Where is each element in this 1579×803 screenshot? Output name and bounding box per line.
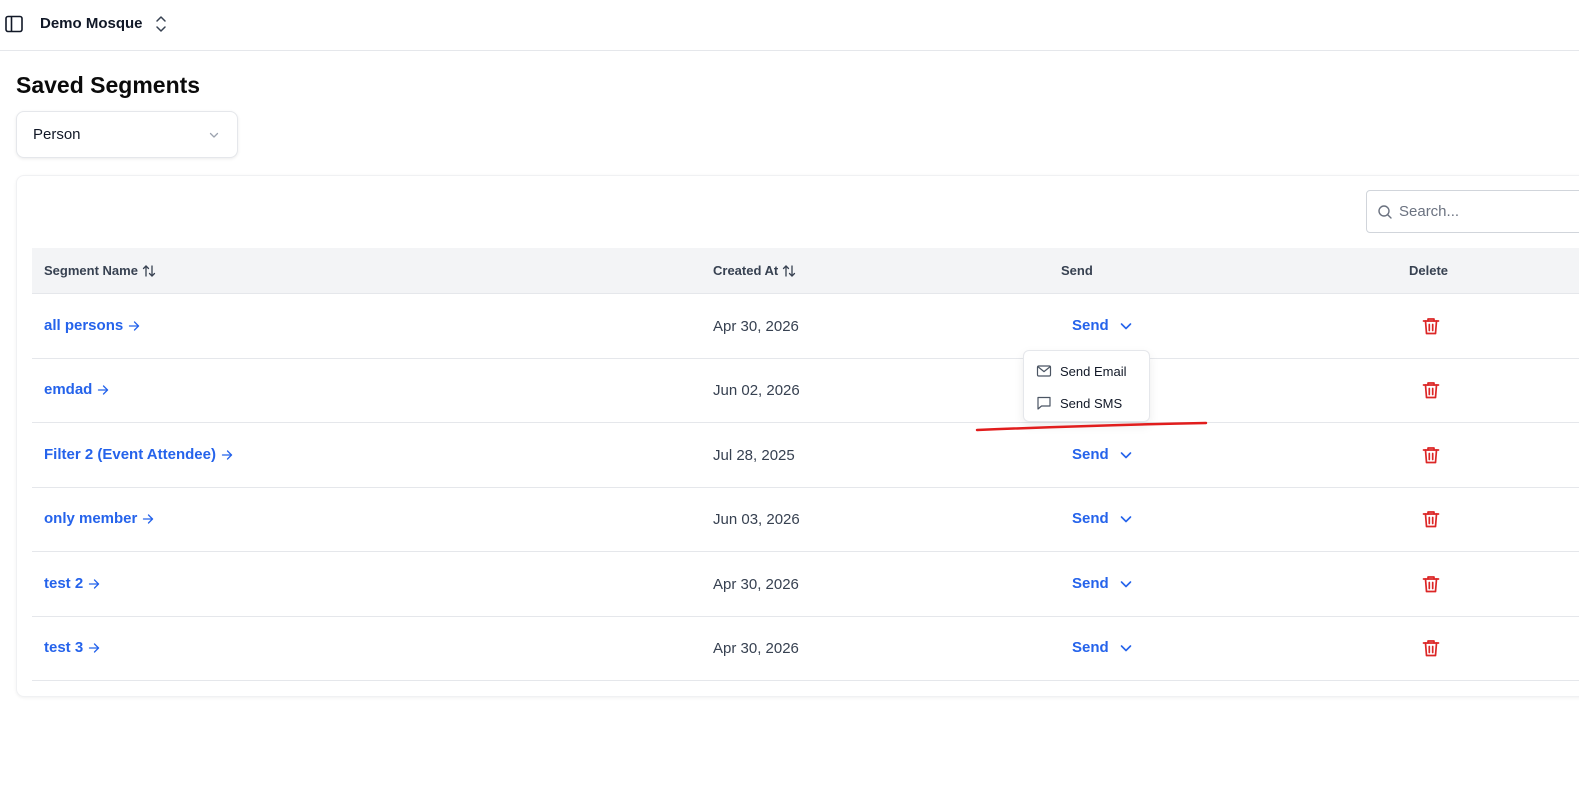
entity-type-select[interactable]: Person xyxy=(16,111,238,158)
menu-item-label: Send SMS xyxy=(1060,395,1123,411)
send-dropdown-button[interactable]: Send xyxy=(1072,510,1133,527)
send-dropdown-button[interactable]: Send xyxy=(1072,639,1133,656)
segment-name: Filter 2 (Event Attendee) xyxy=(44,446,216,463)
send-dropdown-button[interactable]: Send xyxy=(1072,317,1133,334)
segment-name: emdad xyxy=(44,381,93,398)
segment-link[interactable]: emdad xyxy=(44,381,109,398)
send-sms-menu-item[interactable]: Send SMS xyxy=(1024,389,1149,417)
column-header-label: Send xyxy=(1061,263,1093,278)
segment-link[interactable]: Filter 2 (Event Attendee) xyxy=(44,446,233,463)
chevron-down-icon xyxy=(209,132,219,138)
segment-name: only member xyxy=(44,510,138,527)
search-icon xyxy=(1378,205,1392,219)
chevron-down-icon xyxy=(1120,580,1131,587)
column-header-segment-name[interactable]: Segment Name xyxy=(44,263,156,278)
table-row: test 2 Apr 30, 2026 Send xyxy=(32,552,1579,617)
trash-icon[interactable] xyxy=(1421,380,1441,400)
send-dropdown-button[interactable]: Send xyxy=(1072,446,1133,463)
segment-link[interactable]: test 3 xyxy=(44,639,100,656)
chevron-up-down-icon[interactable] xyxy=(153,14,169,34)
chevron-down-icon xyxy=(1120,515,1131,522)
page-title: Saved Segments xyxy=(16,72,201,98)
table-row: only member Jun 03, 2026 Send xyxy=(32,487,1579,552)
top-bar: Demo Mosque xyxy=(0,0,1579,51)
table-row: test 3 Apr 30, 2026 Send xyxy=(32,616,1579,681)
segment-link[interactable]: only member xyxy=(44,510,154,527)
send-label: Send xyxy=(1072,446,1109,463)
table-row: Filter 2 (Event Attendee) Jul 28, 2025 S… xyxy=(32,423,1579,488)
sort-icon[interactable] xyxy=(782,264,796,278)
send-label: Send xyxy=(1072,510,1109,527)
created-date: Apr 30, 2026 xyxy=(713,640,799,657)
created-date: Jun 03, 2026 xyxy=(713,511,800,528)
mail-icon xyxy=(1036,365,1052,377)
chevron-down-icon xyxy=(1120,644,1131,651)
arrow-right-icon xyxy=(221,449,233,460)
arrow-right-icon xyxy=(129,320,140,331)
column-header-label: Segment Name xyxy=(44,263,138,278)
segment-link[interactable]: all persons xyxy=(44,317,140,334)
created-date: Apr 30, 2026 xyxy=(713,318,799,335)
chevron-down-icon xyxy=(1120,322,1131,329)
created-date: Jun 02, 2026 xyxy=(713,382,800,399)
trash-icon[interactable] xyxy=(1421,445,1441,465)
created-date: Apr 30, 2026 xyxy=(713,576,799,593)
send-email-menu-item[interactable]: Send Email xyxy=(1024,357,1149,385)
arrow-right-icon xyxy=(98,384,109,395)
sidebar-toggle-icon[interactable] xyxy=(4,14,24,34)
send-label: Send xyxy=(1072,639,1109,656)
send-label: Send xyxy=(1072,575,1109,592)
trash-icon[interactable] xyxy=(1421,574,1441,594)
search-input[interactable] xyxy=(1399,191,1579,232)
arrow-right-icon xyxy=(89,578,100,589)
chevron-down-icon xyxy=(1120,451,1131,458)
column-header-label: Delete xyxy=(1409,263,1449,278)
arrow-right-icon xyxy=(143,513,154,524)
column-header-delete: Delete xyxy=(1409,263,1448,278)
table-row: emdad Jun 02, 2026 xyxy=(32,358,1579,423)
column-header-label: Created At xyxy=(713,263,779,278)
menu-item-label: Send Email xyxy=(1060,363,1127,379)
send-dropdown-menu: Send Email Send SMS xyxy=(1023,350,1150,422)
column-header-send: Send xyxy=(1061,263,1093,278)
org-name[interactable]: Demo Mosque xyxy=(40,15,143,32)
segment-name: test 2 xyxy=(44,575,84,592)
created-date: Jul 28, 2025 xyxy=(713,447,795,464)
trash-icon[interactable] xyxy=(1421,316,1441,336)
trash-icon[interactable] xyxy=(1421,638,1441,658)
table-row: all persons Apr 30, 2026 Send xyxy=(32,294,1579,359)
segment-name: all persons xyxy=(44,317,124,334)
segment-name: test 3 xyxy=(44,639,84,656)
entity-type-value: Person xyxy=(33,126,81,143)
send-dropdown-button[interactable]: Send xyxy=(1072,575,1133,592)
trash-icon[interactable] xyxy=(1421,509,1441,529)
table-header: Segment Name Created At Send Delete xyxy=(32,248,1579,294)
sort-icon[interactable] xyxy=(142,264,156,278)
arrow-right-icon xyxy=(89,642,100,653)
search-box[interactable] xyxy=(1366,190,1579,233)
segment-link[interactable]: test 2 xyxy=(44,575,100,592)
column-header-created-at[interactable]: Created At xyxy=(713,263,796,278)
send-label: Send xyxy=(1072,317,1109,334)
message-square-icon xyxy=(1037,396,1051,410)
